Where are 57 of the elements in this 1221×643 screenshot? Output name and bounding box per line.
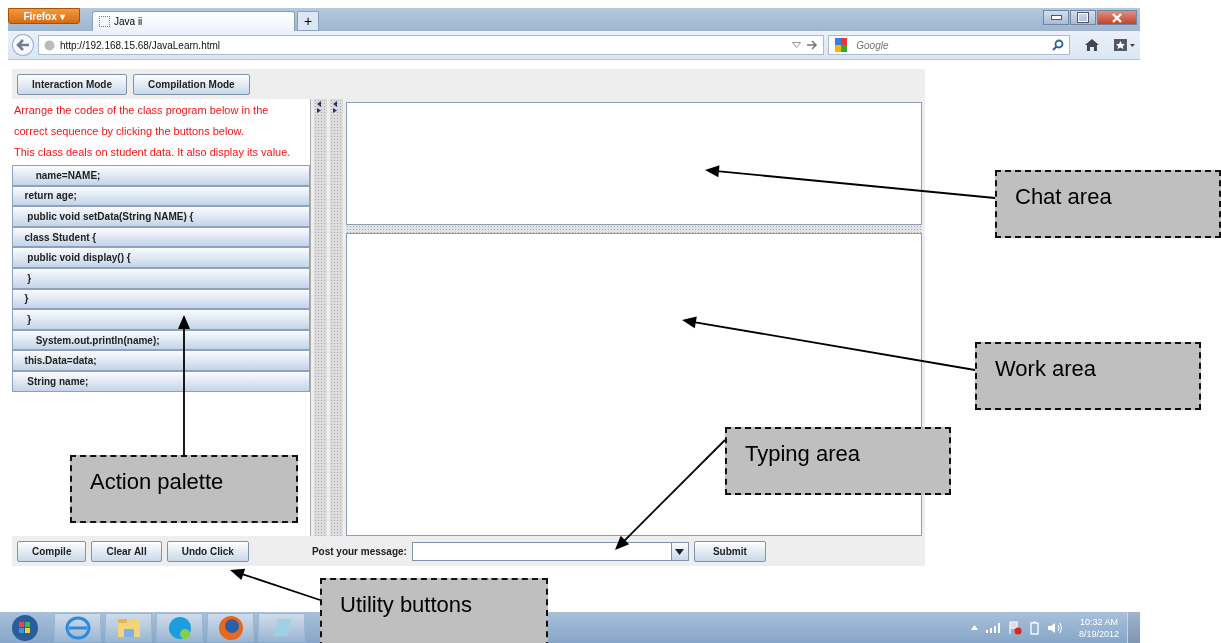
callout-label: Typing area xyxy=(725,427,951,495)
code-button[interactable]: System.out.println(name); xyxy=(12,329,310,351)
code-button[interactable]: } xyxy=(12,288,310,310)
search-icon[interactable] xyxy=(1052,39,1065,51)
splitter-handle[interactable] xyxy=(314,99,327,536)
minimize-button[interactable] xyxy=(1043,10,1069,25)
message-label: Post your message: xyxy=(311,546,407,557)
signal-icon[interactable] xyxy=(985,622,1000,633)
go-arrow-icon[interactable] xyxy=(806,40,819,50)
utility-button[interactable]: Compile xyxy=(17,541,87,562)
splitter-handle[interactable] xyxy=(346,225,922,233)
new-tab-button[interactable]: + xyxy=(297,11,319,31)
code-button[interactable]: class Student { xyxy=(12,226,310,248)
code-button[interactable]: } xyxy=(12,309,310,330)
clock-date: 8/19/2012 xyxy=(1078,627,1119,640)
page-icon xyxy=(99,16,110,27)
show-hidden-icon[interactable] xyxy=(970,625,978,630)
callout-label: Utility buttons xyxy=(320,578,548,643)
clock-time: 10:32 AM xyxy=(1079,615,1118,628)
mode-button[interactable]: Interaction Mode xyxy=(17,74,127,95)
flag-icon[interactable] xyxy=(1007,620,1022,635)
instruction-text: Arrange the codes of the class program below in the xyxy=(14,103,270,118)
browser-tab[interactable]: Java ii xyxy=(92,11,295,31)
code-button[interactable]: public void setData(String NAME) { xyxy=(12,206,310,227)
browser-icon[interactable] xyxy=(54,613,101,642)
close-button[interactable] xyxy=(1097,10,1137,25)
bookmarks-icon[interactable] xyxy=(1114,38,1136,52)
show-desktop-button[interactable] xyxy=(1127,612,1140,643)
close-icon xyxy=(1111,12,1123,23)
code-button[interactable]: String name; xyxy=(12,370,310,392)
callout-label: Chat area xyxy=(995,170,1221,238)
code-button[interactable]: return age; xyxy=(12,185,310,207)
folder-icon[interactable] xyxy=(105,613,152,642)
code-button[interactable]: public void display() { xyxy=(12,247,310,268)
instruction-text: This class deals on student data. It also display its value. xyxy=(14,145,292,160)
back-arrow-icon xyxy=(15,39,30,51)
restore-button[interactable] xyxy=(1070,10,1096,25)
address-field[interactable]: http://192.168.15.68/JavaLearn.html xyxy=(37,35,825,55)
globe-icon[interactable] xyxy=(207,613,254,642)
callout-label: Work area xyxy=(975,342,1201,410)
code-button[interactable]: } xyxy=(12,267,310,289)
speaker-icon[interactable] xyxy=(1046,621,1063,634)
code-button[interactable]: name=NAME; xyxy=(12,165,310,186)
code-button[interactable]: this.Data=data; xyxy=(12,350,310,371)
instruction-text: correct sequence by clicking the buttons below. xyxy=(14,124,245,139)
message-field[interactable] xyxy=(411,542,689,561)
globe-icon xyxy=(43,39,55,51)
splitter-handle[interactable] xyxy=(330,99,343,536)
home-icon[interactable] xyxy=(1084,38,1101,52)
battery-icon[interactable] xyxy=(1029,620,1039,635)
mode-button[interactable]: Compilation Mode xyxy=(133,74,250,95)
search-bar[interactable]: Google xyxy=(828,35,1071,55)
submit-button[interactable]: Submit xyxy=(693,541,766,562)
callout-label: Action palette xyxy=(70,455,298,523)
utility-button[interactable]: Clear All xyxy=(91,541,162,562)
utility-button[interactable]: Undo Click xyxy=(166,541,249,562)
back-button[interactable] xyxy=(12,34,34,56)
